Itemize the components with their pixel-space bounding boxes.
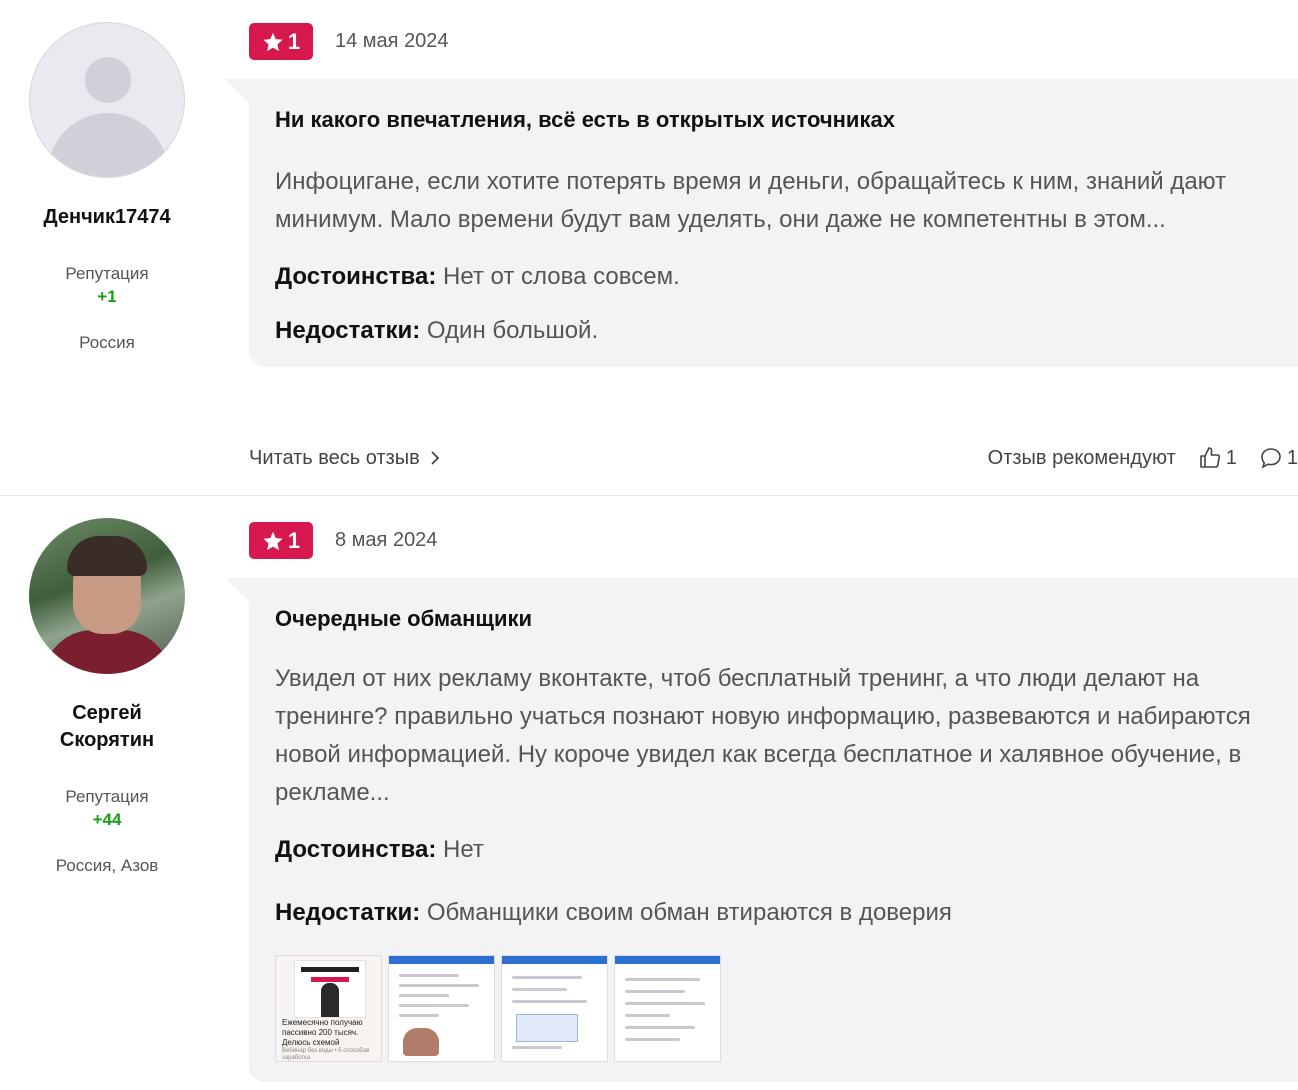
- review-photo-thumbnail[interactable]: Ежемесячно получаю пассивно 200 тысяч. Д…: [275, 955, 382, 1062]
- recommend-bar: Отзыв рекомендуют 1 1: [988, 446, 1298, 470]
- rating-value: 1: [287, 28, 301, 54]
- recommend-label: Отзыв рекомендуют: [987, 446, 1176, 469]
- review-pros: Достоинства: Нет от слова совсем.: [275, 261, 1272, 293]
- review-footer: Читать весь отзыв Отзыв рекомендуют 1 1: [249, 444, 1298, 472]
- chevron-right-icon: [431, 451, 440, 465]
- rating-badge: 1: [249, 23, 313, 60]
- pros-label: Достоинства:: [275, 263, 437, 290]
- pros-text: Нет от слова совсем.: [442, 263, 680, 290]
- cons-text: Один большой.: [426, 317, 599, 344]
- review-author: Денчик17474 Репутация +1 Россия: [0, 22, 214, 353]
- review-body: Ни какого впечатления, всё есть в открыт…: [225, 79, 1298, 367]
- star-icon: [263, 32, 283, 51]
- review-text: Увидел от них рекламу вконтакте, чтоб бе…: [275, 665, 1251, 806]
- review-author: Сергей Скорятин Репутация +44 Россия, Аз…: [0, 518, 214, 876]
- like-count: 1: [1225, 446, 1237, 469]
- user-photo-avatar[interactable]: [29, 518, 185, 674]
- review-cons: Недостатки: Обманщики своим обман втираю…: [275, 897, 1272, 929]
- review-photo-thumbnail[interactable]: [614, 955, 721, 1062]
- cons-text: Обманщики своим обман втираются в довери…: [426, 899, 952, 926]
- review-title[interactable]: Ни какого впечатления, всё есть в открыт…: [275, 105, 1272, 135]
- default-avatar-icon[interactable]: [29, 22, 185, 178]
- cons-label: Недостатки:: [275, 899, 421, 926]
- thumbnail-caption: Ежемесячно получаю пассивно 200 тысяч. Д…: [282, 1018, 363, 1047]
- read-more-label: Читать весь отзыв: [249, 446, 420, 469]
- rating-value: 1: [287, 527, 301, 553]
- like-button[interactable]: 1: [1198, 446, 1237, 470]
- cons-label: Недостатки:: [275, 317, 421, 344]
- thumbnail-subcaption: Вебинар без воды • 5 способов заработка: [282, 1048, 370, 1061]
- comment-count: 1: [1286, 446, 1298, 469]
- rating-badge: 1: [249, 522, 313, 559]
- review-title[interactable]: Очередные обманщики: [275, 604, 1272, 634]
- review-date: 8 мая 2024: [335, 529, 438, 551]
- review-card: Денчик17474 Репутация +1 Россия 1 14 мая…: [0, 0, 1298, 496]
- author-location: Россия: [79, 333, 135, 352]
- pros-text: Нет: [442, 836, 484, 863]
- review-body: Очередные обманщики Увидел от них реклам…: [225, 578, 1298, 1082]
- review-card: Сергей Скорятин Репутация +44 Россия, Аз…: [0, 496, 1298, 1090]
- comment-icon: [1261, 448, 1281, 469]
- review-photos: Ежемесячно получаю пассивно 200 тысяч. Д…: [275, 955, 1272, 1062]
- review-photo-thumbnail[interactable]: [501, 955, 608, 1062]
- reputation-label: Репутация: [65, 264, 149, 283]
- review-date: 14 мая 2024: [335, 30, 449, 52]
- comments-button[interactable]: 1: [1259, 446, 1298, 470]
- author-name[interactable]: Сергей Скорятин: [0, 700, 214, 754]
- review-photo-thumbnail[interactable]: [388, 955, 495, 1062]
- review-text: Инфоцигане, если хотите потерять время и…: [275, 168, 1227, 233]
- author-location: Россия, Азов: [55, 856, 159, 875]
- review-pros: Достоинства: Нет: [275, 834, 1272, 866]
- review-cons: Недостатки: Один большой.: [275, 315, 1272, 347]
- author-name[interactable]: Денчик17474: [0, 204, 214, 231]
- review-header: 1 8 мая 2024: [249, 522, 437, 559]
- review-header: 1 14 мая 2024: [249, 23, 449, 60]
- pros-label: Достоинства:: [275, 836, 437, 863]
- reputation-label: Репутация: [65, 787, 149, 806]
- reputation-value: +44: [92, 810, 122, 829]
- thumbs-up-icon: [1199, 447, 1220, 468]
- reputation-value: +1: [97, 287, 117, 306]
- star-icon: [263, 531, 283, 550]
- read-more-link[interactable]: Читать весь отзыв: [249, 447, 440, 470]
